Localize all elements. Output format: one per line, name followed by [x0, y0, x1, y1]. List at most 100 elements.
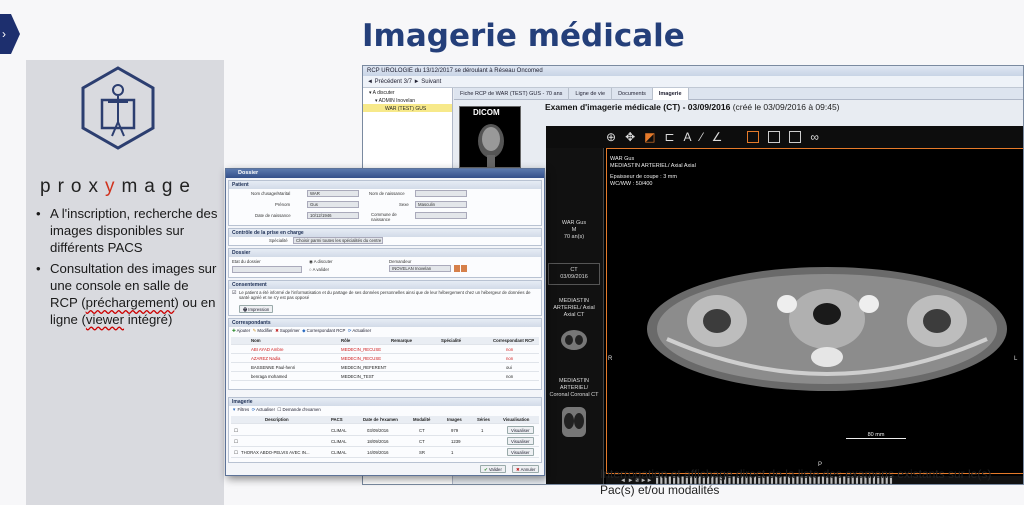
radio-discuter[interactable]: ◉ A discuter — [309, 259, 333, 265]
etat-field[interactable] — [232, 266, 302, 273]
radio-valider[interactable]: ○ A valider — [309, 267, 329, 272]
impression-button[interactable]: 🖶 Impression — [239, 305, 274, 313]
consent-section: Consentement ☑ Le patient a été informé … — [228, 280, 542, 316]
demande-examen-button[interactable]: Demande d'examen — [282, 407, 320, 412]
table-row[interactable]: ☐ THORAX ABDO-PELVIS AVEC IN... CLIMAL 14/0… — [231, 447, 539, 458]
viewer-toolbar: ⊕ ✥ ◩ ⊏ A ⁄ ∠ ∞ — [546, 126, 1023, 148]
clear-user-icon[interactable] — [461, 265, 467, 272]
modifier-button[interactable]: Modifier — [257, 328, 272, 333]
nom-naissance-field[interactable] — [415, 190, 467, 197]
app-nav-toolbar[interactable]: ◄ Précédent 3/7 ► Suivant — [363, 76, 1023, 88]
table-row[interactable]: ☐ CLIMAL 18/09/2016 CT 1239 Visualiser — [231, 436, 539, 447]
table-row[interactable]: AZAREZ Nadia MEDECIN_RECUSE non — [231, 355, 539, 363]
visualiser-button[interactable]: Visualiser — [507, 426, 534, 434]
table-row[interactable]: ☐ CLIMAL 03/09/2016 CT 979 1 Visualiser — [231, 425, 539, 436]
prenom-field[interactable]: Gus — [307, 201, 359, 208]
orientation-r: R — [608, 356, 613, 362]
sexe-label: Sexe — [399, 202, 409, 207]
consent-checkbox[interactable]: ☑ — [232, 290, 236, 296]
line-icon[interactable]: ⁄ — [701, 130, 703, 144]
ct-image-pane[interactable] — [606, 148, 1023, 474]
actualiser-corr-button[interactable]: Actualiser — [352, 328, 371, 333]
imagerie-header-row: Description PACS Date de l'examen Modalité I… — [231, 416, 539, 424]
supprimer-button[interactable]: Supprimer — [280, 328, 300, 333]
patient-section: Patient Nom d'usage/Marital WAR Nom de n… — [228, 180, 542, 226]
tab-imagerie[interactable]: Imagerie — [652, 88, 689, 100]
table-row[interactable]: benraga mohamed MEDECIN_TEST non — [231, 373, 539, 381]
image-info-overlay: WAR Gus MEDIASTIN ARTERIEL/ Axial Axial Ep… — [610, 156, 696, 187]
table-row[interactable]: ABI AYAD Ambre MEDECIN_RECUSE non — [231, 346, 539, 354]
tab-fiche-rcp[interactable]: Fiche RCP de WAR (TEST) GUS - 70 ans — [454, 88, 570, 100]
slide-caption: Interrogation et affichage direct de la … — [600, 467, 992, 497]
window-level-icon[interactable]: ◩ — [644, 130, 655, 144]
actualiser-img-button[interactable]: Actualiser — [256, 407, 275, 412]
demandeur-field[interactable]: INOVELAN Inovelan — [389, 265, 451, 272]
correspondant-rcp-button[interactable]: Correspondant RCP — [307, 328, 346, 333]
correspondants-header: Correspondants — [229, 319, 541, 327]
specialite-select[interactable]: Choisir parmi toutes les spécialités du … — [293, 237, 383, 244]
controle-header: Contrôle de la prise en charge — [229, 229, 541, 237]
series-patient-info: WAR Gus M 70 an(s) — [561, 220, 587, 240]
visualiser-button[interactable]: Visualiser — [507, 437, 534, 445]
layout-1x2-icon[interactable] — [768, 131, 781, 143]
series-coronal[interactable]: MEDIASTIN ARTERIEL/Coronal Coronal CT — [548, 378, 600, 442]
dicom-viewer: ⊕ ✥ ◩ ⊏ A ⁄ ∠ ∞ WAR Gus M 70 an(s) CT 03/09… — [546, 126, 1023, 484]
correspondants-header-row: Nom Rôle Remarque Spécialité Correspondant R… — [231, 337, 539, 345]
angle-icon[interactable]: ∠ — [712, 130, 723, 144]
slide-title: Imagerie médicale — [362, 18, 685, 54]
table-row[interactable]: BASSENNE Paul-henri MEDECIN_REFERENT oui — [231, 364, 539, 372]
visualiser-button[interactable]: Visualiser — [507, 448, 534, 456]
coronal-thumbnail-icon — [562, 407, 586, 437]
specialite-label: Spécialité — [269, 238, 288, 243]
tree-item-patient[interactable]: WAR (TEST) GUS — [363, 104, 452, 112]
dossier-section: Dossier Etat du dossier ◉ A discuter ○ A… — [228, 248, 542, 278]
measure-icon[interactable]: ⊏ — [664, 130, 674, 144]
imagerie-header: Imagerie — [229, 398, 541, 406]
tree-item-admin[interactable]: ▾ ADMIN Inovelan — [363, 96, 452, 104]
imagerie-section: Imagerie ▼ Filtres ⟳ Actualiser ☐ Demand… — [228, 397, 542, 463]
consent-header: Consentement — [229, 281, 541, 289]
commune-label: Commune de naissance — [371, 212, 397, 222]
exam-title: Examen d'imagerie médicale (CT) - 03/09/… — [545, 102, 840, 112]
patient-header: Patient — [229, 181, 541, 189]
consent-text: Le patient a été informé de l'informatis… — [239, 290, 531, 300]
imagerie-toolbar: ▼ Filtres ⟳ Actualiser ☐ Demande d'exame… — [232, 407, 321, 412]
app-titlebar: RCP UROLOGIE du 13/12/2017 se déroulant … — [363, 66, 1023, 76]
ajouter-button[interactable]: Ajouter — [237, 328, 251, 333]
layout-1x1-icon[interactable] — [747, 131, 760, 143]
tab-bar: Fiche RCP de WAR (TEST) GUS - 70 ans Lign… — [454, 88, 1023, 100]
ddn-label: Date de naissance — [255, 213, 291, 218]
bullet-inscription: A l'inscription, recherche des images di… — [34, 206, 218, 256]
layout-2x2-icon[interactable] — [789, 131, 802, 143]
pan-icon[interactable]: ✥ — [625, 130, 635, 144]
ct-axial-image — [647, 267, 1007, 391]
ddn-field[interactable]: 10/12/1946 — [307, 212, 359, 219]
tab-ligne-de-vie[interactable]: Ligne de vie — [569, 88, 613, 100]
series-panel: WAR Gus M 70 an(s) CT 03/09/2016 MEDIASTIN A… — [546, 148, 604, 484]
sexe-field[interactable]: Masculin — [415, 201, 467, 208]
tab-documents[interactable]: Documents — [612, 88, 653, 100]
search-user-icon[interactable] — [454, 265, 460, 272]
scale-bar: 80 mm — [846, 432, 906, 439]
series-axial[interactable]: MEDIASTIN ARTERIEL/ Axial Axial CT — [548, 298, 600, 358]
commune-field[interactable] — [415, 212, 467, 219]
nom-usage-field[interactable]: WAR — [307, 190, 359, 197]
controle-section: Contrôle de la prise en charge Spécialit… — [228, 228, 542, 246]
valider-button[interactable]: ✔ Valider — [480, 465, 506, 473]
link-icon[interactable]: ∞ — [810, 130, 819, 144]
zoom-icon[interactable]: ⊕ — [606, 130, 616, 144]
etat-label: Etat du dossier — [232, 259, 261, 264]
series-study-info[interactable]: CT 03/09/2016 — [548, 263, 600, 285]
annotation-icon[interactable]: A — [684, 130, 692, 144]
next-slide-arrow[interactable]: › — [0, 14, 20, 54]
demandeur-label: Demandeur — [389, 259, 412, 264]
tree-item-discuter[interactable]: ▾ A discuter — [363, 88, 452, 96]
orientation-l: L — [1014, 356, 1018, 362]
proxymage-logo-icon — [81, 66, 155, 150]
dicom-label: DICOM — [473, 108, 500, 117]
bullet-consultation: Consultation des images sur une console … — [34, 261, 218, 328]
correspondants-toolbar: ✚ Ajouter ✎ Modifier ✖ Supprimer ◆ Corre… — [232, 328, 372, 333]
correspondants-section: Correspondants ✚ Ajouter ✎ Modifier ✖ Su… — [228, 318, 542, 390]
filtres-button[interactable]: Filtres — [237, 407, 249, 412]
annuler-button[interactable]: ✖ Annuler — [512, 465, 540, 473]
